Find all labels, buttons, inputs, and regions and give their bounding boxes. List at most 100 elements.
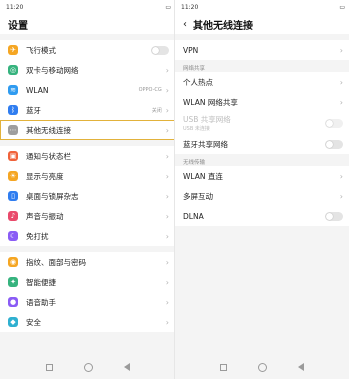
settings-group: ✈ 飞行模式 ◎ 双卡与移动网络 › ≋ WLAN OPPO-CG › ᛒ 蓝牙 关闭 › ⋯ 其他无线连接…	[0, 40, 175, 140]
vpn-label: VPN	[183, 45, 199, 55]
bt-share-item[interactable]: 蓝牙共享网络	[175, 134, 349, 154]
settings-group: ▣ 通知与状态栏 › ☀ 显示与亮度 › ▯ 桌面与锁屏杂志 › ♪ 声音与振动 › ☾ 免打扰 ›	[0, 146, 175, 246]
dlna-label: DLNA	[183, 211, 204, 221]
settings-item-label: 显示与亮度	[26, 171, 64, 181]
back-arrow-icon[interactable]: ‹	[183, 19, 187, 30]
sound-icon: ♪	[8, 211, 18, 221]
recents-button[interactable]	[220, 363, 228, 371]
settings-item-label: 声音与振动	[26, 211, 64, 221]
settings-item[interactable]: ᛒ 蓝牙 关闭 ›	[0, 100, 175, 120]
airplane-icon: ✈	[8, 45, 18, 55]
settings-item[interactable]: ⋯ 其他无线连接 ›	[0, 120, 175, 140]
dlna-toggle[interactable]	[325, 211, 343, 221]
battery-icon: ▭	[339, 3, 345, 11]
recents-button[interactable]	[45, 363, 53, 371]
status-time: 11:20	[6, 3, 24, 11]
wlan-share-label: WLAN 网络共享	[183, 97, 238, 107]
smart-icon: ✦	[8, 277, 18, 287]
fingerprint-icon: ◉	[8, 257, 18, 267]
back-button[interactable]	[123, 363, 130, 371]
settings-item[interactable]: ◎ 双卡与移动网络 ›	[0, 60, 175, 80]
settings-list: ✈ 飞行模式 ◎ 双卡与移动网络 › ≋ WLAN OPPO-CG › ᛒ 蓝牙 关闭 › ⋯ 其他无线连接…	[0, 40, 175, 332]
chevron-right-icon: ›	[165, 191, 169, 201]
settings-item-label: WLAN	[26, 85, 49, 95]
airplane-mode-toggle[interactable]	[151, 45, 169, 55]
settings-item[interactable]: ◆ 安全 ›	[0, 312, 175, 332]
home-button[interactable]	[83, 362, 93, 372]
settings-item-label: 双卡与移动网络	[26, 65, 79, 75]
bt-share-label: 蓝牙共享网络	[183, 139, 228, 149]
settings-item[interactable]: ● 语音助手 ›	[0, 292, 175, 312]
nav-bar	[0, 355, 175, 379]
settings-item-label: 桌面与锁屏杂志	[26, 191, 79, 201]
settings-item[interactable]: ☀ 显示与亮度 ›	[0, 166, 175, 186]
chevron-right-icon: ›	[339, 171, 343, 181]
settings-item-label: 飞行模式	[26, 45, 56, 55]
chevron-right-icon: ›	[165, 65, 169, 75]
status-time: 11:20	[181, 3, 199, 11]
bluetooth-icon: ᛒ	[8, 105, 18, 115]
settings-item-label: 指纹、面部与密码	[26, 257, 86, 267]
nav-bar	[175, 355, 349, 379]
wlan-direct-item[interactable]: WLAN 直连 ›	[175, 166, 349, 186]
wifi-icon: ≋	[8, 85, 18, 95]
home-button[interactable]	[257, 362, 267, 372]
voice-icon: ●	[8, 297, 18, 307]
usb-share-label: USB 共享网络	[183, 115, 231, 124]
settings-item[interactable]: ☾ 免打扰 ›	[0, 226, 175, 246]
settings-item-label: 通知与状态栏	[26, 151, 71, 161]
chevron-right-icon: ›	[165, 297, 169, 307]
chevron-right-icon: ›	[165, 105, 169, 115]
dlna-item[interactable]: DLNA	[175, 206, 349, 226]
settings-item-label: 智能便捷	[26, 277, 56, 287]
settings-item-label: 语音助手	[26, 297, 56, 307]
back-button[interactable]	[297, 363, 304, 371]
page-title: 其他无线连接	[193, 20, 253, 32]
settings-item[interactable]: ◉ 指纹、面部与密码 ›	[0, 252, 175, 272]
settings-item[interactable]: ▯ 桌面与锁屏杂志 ›	[0, 186, 175, 206]
usb-share-item: USB 共享网络 USB 未连接	[175, 112, 349, 134]
settings-item-value: OPPO-CG	[138, 87, 162, 93]
chevron-right-icon: ›	[165, 151, 169, 161]
settings-item-label: 安全	[26, 317, 41, 327]
section-header-cast: 无线传输	[175, 154, 349, 166]
settings-item[interactable]: ✈ 飞行模式	[0, 40, 175, 60]
notification-icon: ▣	[8, 151, 18, 161]
settings-screen: 11:20 ▭ 设置 ✈ 飞行模式 ◎ 双卡与移动网络 › ≋ WLAN OPPO-CG › ᛒ 蓝…	[0, 0, 175, 379]
desktop-icon: ▯	[8, 191, 18, 201]
bt-share-toggle[interactable]	[325, 139, 343, 149]
vpn-item[interactable]: VPN ›	[175, 40, 349, 60]
status-bar: 11:20 ▭	[175, 0, 349, 14]
settings-item-label: 其他无线连接	[26, 125, 71, 135]
settings-header: 设置	[0, 14, 175, 34]
settings-item[interactable]: ✦ 智能便捷 ›	[0, 272, 175, 292]
other-wireless-screen: 11:20 ▭ ‹ 其他无线连接 VPN › 网络共享 个人热点 › WLAN …	[175, 0, 349, 379]
battery-icon: ▭	[165, 3, 171, 11]
hotspot-label: 个人热点	[183, 77, 213, 87]
more-icon: ⋯	[8, 125, 18, 135]
wireless-header: ‹ 其他无线连接	[175, 14, 349, 34]
chevron-right-icon: ›	[165, 211, 169, 221]
moon-icon: ☾	[8, 231, 18, 241]
wlan-share-item[interactable]: WLAN 网络共享 ›	[175, 92, 349, 112]
wlan-direct-label: WLAN 直连	[183, 171, 223, 181]
chevron-right-icon: ›	[339, 97, 343, 107]
chevron-right-icon: ›	[339, 45, 343, 55]
usb-share-toggle	[325, 118, 343, 128]
usb-share-status: USB 未连接	[183, 126, 210, 132]
multiscreen-item[interactable]: 多屏互动 ›	[175, 186, 349, 206]
settings-item[interactable]: ♪ 声音与振动 ›	[0, 206, 175, 226]
settings-item-label: 蓝牙	[26, 105, 41, 115]
hotspot-item[interactable]: 个人热点 ›	[175, 72, 349, 92]
settings-item[interactable]: ▣ 通知与状态栏 ›	[0, 146, 175, 166]
chevron-right-icon: ›	[165, 231, 169, 241]
settings-item[interactable]: ≋ WLAN OPPO-CG ›	[0, 80, 175, 100]
chevron-right-icon: ›	[165, 257, 169, 267]
shield-icon: ◆	[8, 317, 18, 327]
brightness-icon: ☀	[8, 171, 18, 181]
chevron-right-icon: ›	[165, 317, 169, 327]
settings-item-value: 关闭	[151, 107, 162, 114]
section-header-share: 网络共享	[175, 60, 349, 72]
page-title: 设置	[8, 20, 28, 32]
chevron-right-icon: ›	[165, 171, 169, 181]
